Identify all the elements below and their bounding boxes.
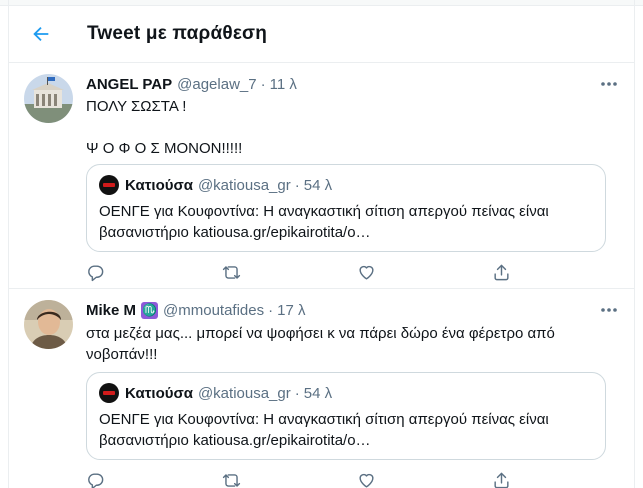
- heart-icon: [359, 473, 374, 488]
- page-title: Tweet με παράθεση: [87, 23, 268, 44]
- share-icon: [494, 472, 509, 488]
- tweet-text-line: στα μεζέα μας... μπορεί να ψοφήσει κ να …: [86, 325, 555, 342]
- tweet-text-line: νοβοπάν!!!: [86, 346, 158, 363]
- quoted-author-handle: @katiousa_gr: [197, 176, 291, 194]
- tweet-text-line: ΠΟΛΥ ΣΩΣΤΑ !: [86, 98, 187, 115]
- quoted-tweet[interactable]: Κατιούσα @katiousa_gr · 54 λ ΟΕΝΓΕ για Κ…: [86, 164, 606, 252]
- page-header: Tweet με παράθεση: [9, 6, 634, 63]
- quoted-author-name: Κατιούσα: [125, 384, 193, 402]
- retweet-icon: [223, 265, 241, 279]
- reply-icon: [88, 264, 104, 281]
- tweet-time[interactable]: 17 λ: [277, 302, 305, 319]
- author-handle[interactable]: @agelaw_7: [177, 76, 256, 93]
- more-icon: [601, 82, 617, 86]
- quoted-text-line: ΟΕΝΓΕ για Κουφοντίνα: Η αναγκαστική σίτι…: [99, 203, 549, 220]
- katiousa-logo-icon: [99, 175, 119, 195]
- retweet-button[interactable]: [221, 470, 255, 488]
- tweet-card[interactable]: ANGEL PAP @agelaw_7 · 11 λ ΠΟΛΥ ΣΩΣΤΑ ! …: [9, 64, 634, 289]
- quoted-tweet-text: ΟΕΝΓΕ για Κουφοντίνα: Η αναγκαστική σίτι…: [99, 409, 593, 451]
- tweet-card[interactable]: Mike M ♏ @mmoutafides · 17 λ στα μεζέα μ…: [9, 290, 634, 488]
- quoted-text-line: βασανιστήριο katiousa.gr/epikairotita/o…: [99, 432, 371, 449]
- share-button[interactable]: [492, 470, 526, 488]
- author-name[interactable]: ANGEL PAP: [86, 76, 172, 93]
- scorpio-badge-icon: ♏: [141, 301, 159, 319]
- separator-dot: ·: [294, 384, 300, 402]
- quoted-tweet-text: ΟΕΝΓΕ για Κουφοντίνα: Η αναγκαστική σίτι…: [99, 201, 593, 243]
- quoted-tweet-meta: Κατιούσα @katiousa_gr · 54 λ: [99, 383, 332, 403]
- avatar[interactable]: [24, 300, 73, 349]
- share-icon: [494, 264, 509, 280]
- building-photo-icon: [24, 74, 73, 123]
- user-photo-icon: [24, 300, 73, 349]
- retweet-button[interactable]: [221, 262, 255, 282]
- reply-icon: [88, 472, 104, 488]
- quoted-author-name: Κατιούσα: [125, 176, 193, 194]
- avatar[interactable]: [24, 74, 73, 123]
- tweet-text-line: Ψ Ο Φ Ο Σ ΜΟΝΟΝ!!!!!: [86, 140, 243, 157]
- more-icon: [601, 308, 617, 312]
- tweet-text: ΠΟΛΥ ΣΩΣΤΑ ! Ψ Ο Φ Ο Σ ΜΟΝΟΝ!!!!!: [86, 96, 621, 159]
- tweet-meta: ANGEL PAP @agelaw_7 · 11 λ: [86, 74, 621, 94]
- heart-icon: [359, 265, 374, 280]
- share-button[interactable]: [492, 262, 526, 282]
- more-options-button[interactable]: [597, 74, 621, 94]
- author-name[interactable]: Mike M: [86, 302, 136, 319]
- katiousa-logo-icon: [99, 383, 119, 403]
- back-button[interactable]: [23, 16, 59, 52]
- quoted-text-line: ΟΕΝΓΕ για Κουφοντίνα: Η αναγκαστική σίτι…: [99, 411, 549, 428]
- tweet-body: Mike M ♏ @mmoutafides · 17 λ στα μεζέα μ…: [86, 300, 621, 488]
- reply-button[interactable]: [86, 262, 120, 282]
- quoted-author-handle: @katiousa_gr: [197, 384, 291, 402]
- tweet-actions: [86, 262, 526, 282]
- tweet-body: ANGEL PAP @agelaw_7 · 11 λ ΠΟΛΥ ΣΩΣΤΑ ! …: [86, 74, 621, 282]
- tweet-text: στα μεζέα μας... μπορεί να ψοφήσει κ να …: [86, 323, 621, 365]
- separator-dot: ·: [260, 75, 266, 93]
- quoted-tweet-meta: Κατιούσα @katiousa_gr · 54 λ: [99, 175, 332, 195]
- more-options-button[interactable]: [597, 300, 621, 320]
- tweet-time[interactable]: 11 λ: [270, 76, 297, 93]
- tweet-meta: Mike M ♏ @mmoutafides · 17 λ: [86, 300, 621, 320]
- tweet-actions: [86, 470, 526, 488]
- retweet-icon: [223, 473, 241, 487]
- separator-dot: ·: [294, 176, 300, 194]
- like-button[interactable]: [357, 470, 391, 488]
- reply-button[interactable]: [86, 470, 120, 488]
- quoted-tweet-time: 54 λ: [303, 176, 333, 194]
- back-arrow-icon: [33, 26, 49, 42]
- quoted-text-line: βασανιστήριο katiousa.gr/epikairotita/o…: [99, 224, 371, 241]
- quoted-tweet-time: 54 λ: [303, 384, 333, 402]
- timeline-column: Tweet με παράθεση ANGEL PAP @agelaw_7 ·: [8, 0, 635, 488]
- separator-dot: ·: [268, 301, 274, 319]
- like-button[interactable]: [357, 262, 391, 282]
- quoted-tweet[interactable]: Κατιούσα @katiousa_gr · 54 λ ΟΕΝΓΕ για Κ…: [86, 372, 606, 460]
- author-handle[interactable]: @mmoutafides: [163, 302, 264, 319]
